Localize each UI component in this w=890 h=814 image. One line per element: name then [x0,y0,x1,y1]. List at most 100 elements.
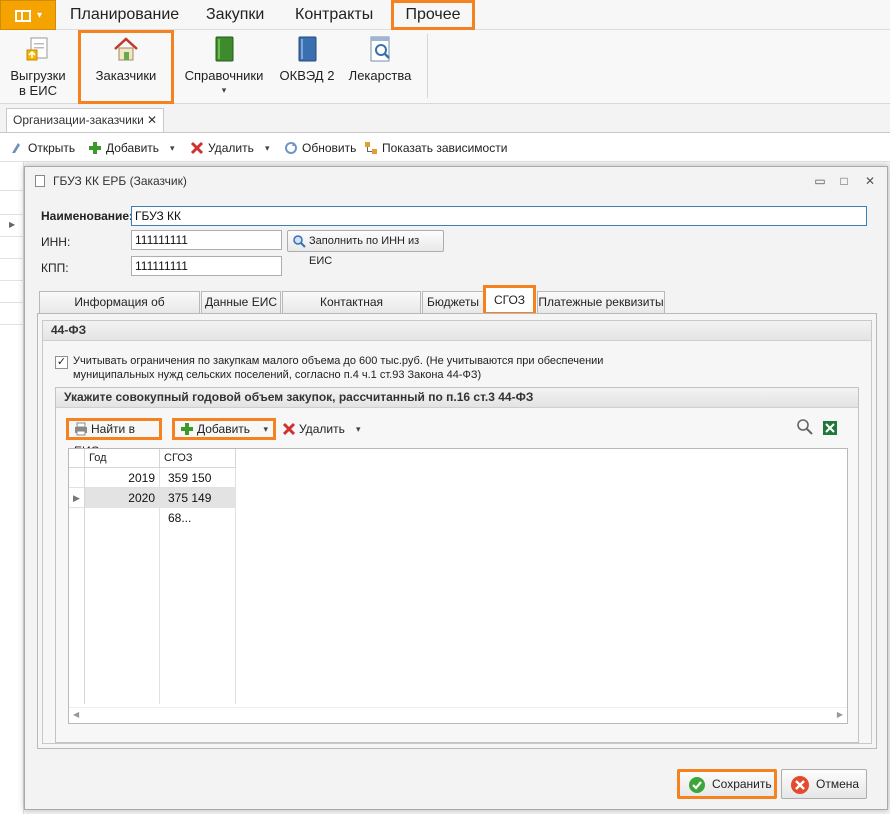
export-excel-button[interactable] [822,420,838,442]
sgoz-add-label: Добавить [197,422,251,436]
cell-sgoz[interactable]: 375 149 68... [160,488,236,525]
save-label: Сохранить [712,777,772,791]
okved2-label: ОКВЭД 2 [279,68,335,83]
group-sgoz: Укажите совокупный годовой объем закупок… [55,387,859,743]
app-menu-icon [15,10,31,22]
plus-icon [88,141,102,155]
document-icon [35,175,45,187]
cell-sgoz[interactable]: 359 150 43... [160,468,236,505]
green-book-icon [209,34,239,64]
chevron-down-icon: ▾ [265,143,270,153]
kpp-field[interactable] [131,256,282,276]
small-purchases-checkbox-label: Учитывать ограничения по закупкам малого… [73,355,604,381]
list-toolbar: Открыть Добавить ▾ Удалить ▾ Обновить По… [0,132,890,162]
column-header-sgoz[interactable]: СГОЗ [160,449,236,468]
menu-item-purchases[interactable]: Закупки [198,0,272,30]
grid-column-divider [160,508,236,704]
open-button[interactable]: Открыть [10,140,75,156]
okved2-button[interactable]: ОКВЭД 2 [276,30,338,102]
add-button[interactable]: Добавить [88,140,159,156]
tab-organization-info[interactable]: Информация об организации [39,291,200,329]
grid-search-button[interactable] [796,418,814,440]
open-icon [10,141,24,155]
medicines-label: Лекарства [348,68,412,83]
tab-budgets[interactable]: Бюджеты [422,291,484,313]
delete-button[interactable]: Удалить [190,140,254,156]
sgoz-grid: Год СГОЗ 2019 359 150 43... ▶ 2020 375 1… [68,448,848,724]
fill-by-inn-button[interactable]: Заполнить по ИНН из ЕИС [287,230,444,267]
delete-x-icon [190,141,204,155]
ribbon-separator [427,34,428,98]
tab-contact-info[interactable]: Контактная информация [282,291,421,329]
show-dependencies-button[interactable]: Показать зависимости [364,140,507,156]
scroll-right-icon[interactable]: ▶ [837,710,843,719]
references-button[interactable]: Справочники ▾ [178,30,270,102]
save-button[interactable]: Сохранить [677,769,777,799]
medicines-button[interactable]: Лекарства [342,30,418,102]
grid-column-divider [85,508,160,704]
add-label: Добавить [106,141,160,155]
tab-payment-details[interactable]: Платежные реквизиты [537,291,665,313]
cell-year[interactable]: 2020 [85,488,160,508]
sgoz-tab-panel: 44-ФЗ ✓ Учитывать ограничения по закупка… [37,313,877,749]
add-dropdown[interactable]: ▾ [170,140,175,156]
cancel-button[interactable]: Отмена [781,769,867,799]
search-icon [292,234,306,255]
magnifier-icon [796,419,814,439]
sgoz-delete-dropdown[interactable]: ▾ [356,418,361,440]
menu-item-planning[interactable]: Планирование [62,0,187,30]
cancel-circle-icon [790,775,810,805]
sgoz-delete-button[interactable]: Удалить [282,418,345,440]
dialog-title-bar: ГБУЗ КК ЕРБ (Заказчик) ▭ □ ✕ [25,167,887,195]
refresh-button[interactable]: Обновить [284,140,356,156]
cell-year[interactable]: 2019 [85,468,160,488]
printer-search-icon [74,421,88,436]
menu-bar: ▾ Планирование Закупки Контракты Прочее [0,0,890,30]
name-field[interactable] [131,206,867,226]
upload-eis-label-2: в ЕИС [19,83,57,98]
upload-document-icon [23,34,53,64]
horizontal-scrollbar[interactable]: ◀ ▶ [69,707,847,723]
tab-customers-list[interactable]: Организации-заказчики ✕ [6,108,164,132]
row-selector[interactable]: ▶ [69,488,85,508]
upload-eis-label-1: Выгрузки [10,68,66,83]
column-header-year[interactable]: Год [85,449,160,468]
sgoz-add-button[interactable]: Добавить ▾ [172,418,276,440]
row-selector[interactable] [69,468,85,488]
delete-x-icon [282,421,296,436]
customers-label: Заказчики [95,68,157,83]
delete-dropdown[interactable]: ▾ [265,140,270,156]
inn-field[interactable] [131,230,282,250]
cancel-label: Отмена [816,777,860,791]
close-icon[interactable]: ✕ [147,109,157,131]
group-44fz: 44-ФЗ ✓ Учитывать ограничения по закупка… [42,320,872,744]
chevron-down-icon: ▾ [37,10,43,21]
app-menu-button[interactable]: ▾ [0,0,56,30]
kpp-label: КПП: [41,261,69,275]
refresh-label: Обновить [302,141,357,155]
minimize-icon[interactable]: ▭ [811,172,829,190]
chevron-down-icon: ▾ [263,424,268,434]
chevron-down-icon: ▾ [221,85,227,95]
blue-book-icon [292,34,322,64]
plus-icon [180,421,194,435]
tab-eis-data[interactable]: Данные ЕИС [201,291,281,313]
group-sgoz-title: Укажите совокупный годовой объем закупок… [56,388,858,408]
upload-eis-button[interactable]: Выгрузки в ЕИС [4,30,72,102]
scroll-left-icon[interactable]: ◀ [73,710,79,719]
tab-sgoz[interactable]: СГОЗ [483,285,536,315]
small-purchases-checkbox[interactable]: ✓ [55,356,68,369]
grid-corner [69,449,85,468]
maximize-icon[interactable]: □ [835,172,853,190]
grid-row-header-strip [69,508,85,704]
sgoz-delete-label: Удалить [299,422,345,436]
dialog-title: ГБУЗ КК ЕРБ (Заказчик) [53,174,187,188]
close-icon[interactable]: ✕ [861,172,879,190]
customers-button[interactable]: Заказчики [78,30,174,104]
name-label: Наименование: [41,209,134,223]
find-in-eis-button[interactable]: Найти в ЕИС [66,418,162,458]
show-dependencies-label: Показать зависимости [382,141,508,155]
menu-item-contracts[interactable]: Контракты [287,0,381,30]
open-label: Открыть [28,141,76,155]
menu-item-other[interactable]: Прочее [391,0,475,30]
